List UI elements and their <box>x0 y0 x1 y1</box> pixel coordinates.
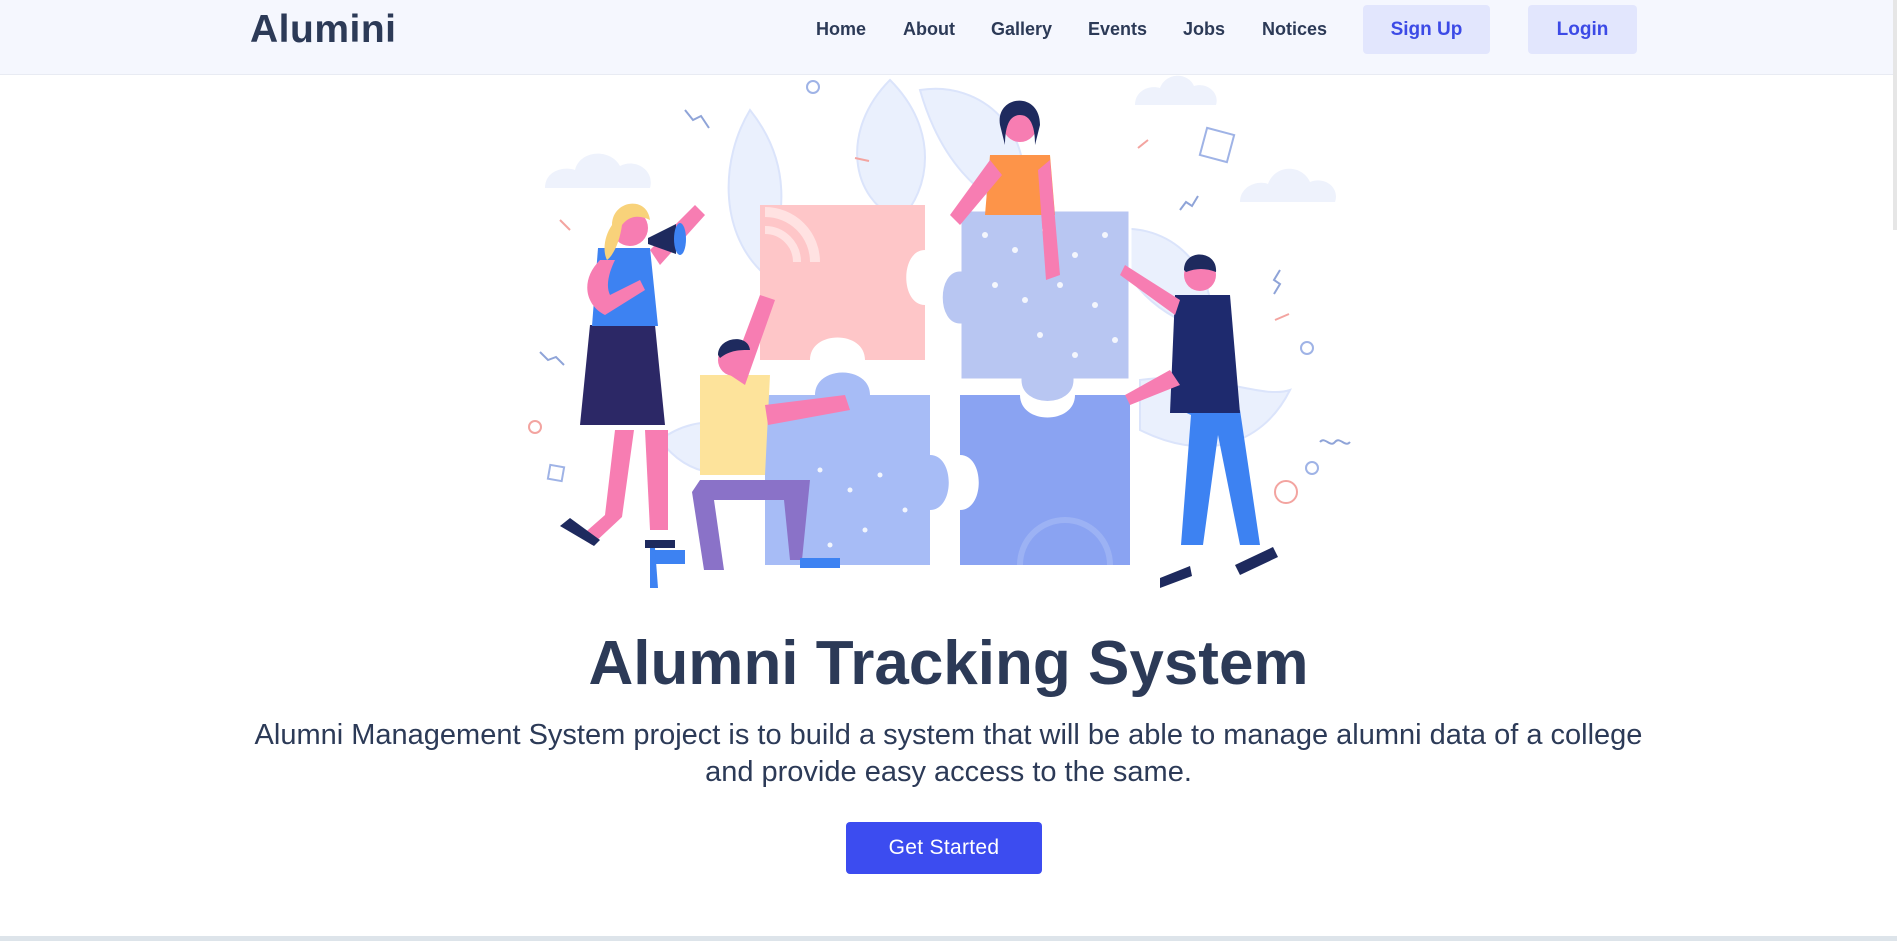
hero-illustration <box>528 75 1351 588</box>
section-divider <box>0 936 1897 941</box>
login-button[interactable]: Login <box>1528 5 1637 54</box>
nav-home-link[interactable]: Home <box>816 19 866 40</box>
brand-logo[interactable]: Alumini <box>250 8 397 52</box>
sign-up-button[interactable]: Sign Up <box>1363 5 1490 54</box>
puzzle-pieces <box>760 205 1132 566</box>
nav-notices-link[interactable]: Notices <box>1262 19 1327 40</box>
puzzle-piece-dotted <box>939 208 1132 404</box>
get-started-button[interactable]: Get Started <box>846 822 1042 874</box>
nav-jobs-link[interactable]: Jobs <box>1183 19 1225 40</box>
nav-gallery-link[interactable]: Gallery <box>991 19 1052 40</box>
hero-description: Alumni Management System project is to b… <box>254 719 1643 788</box>
puzzle-piece-pink <box>760 205 925 360</box>
navbar: Alumini Home About Gallery Events Jobs N… <box>0 0 1897 75</box>
scrollbar[interactable] <box>1893 0 1897 230</box>
nav-events-link[interactable]: Events <box>1088 19 1147 40</box>
hero-title: Alumni Tracking System <box>588 629 1309 698</box>
nav-about-link[interactable]: About <box>903 19 955 40</box>
person-woman-megaphone <box>560 203 705 548</box>
